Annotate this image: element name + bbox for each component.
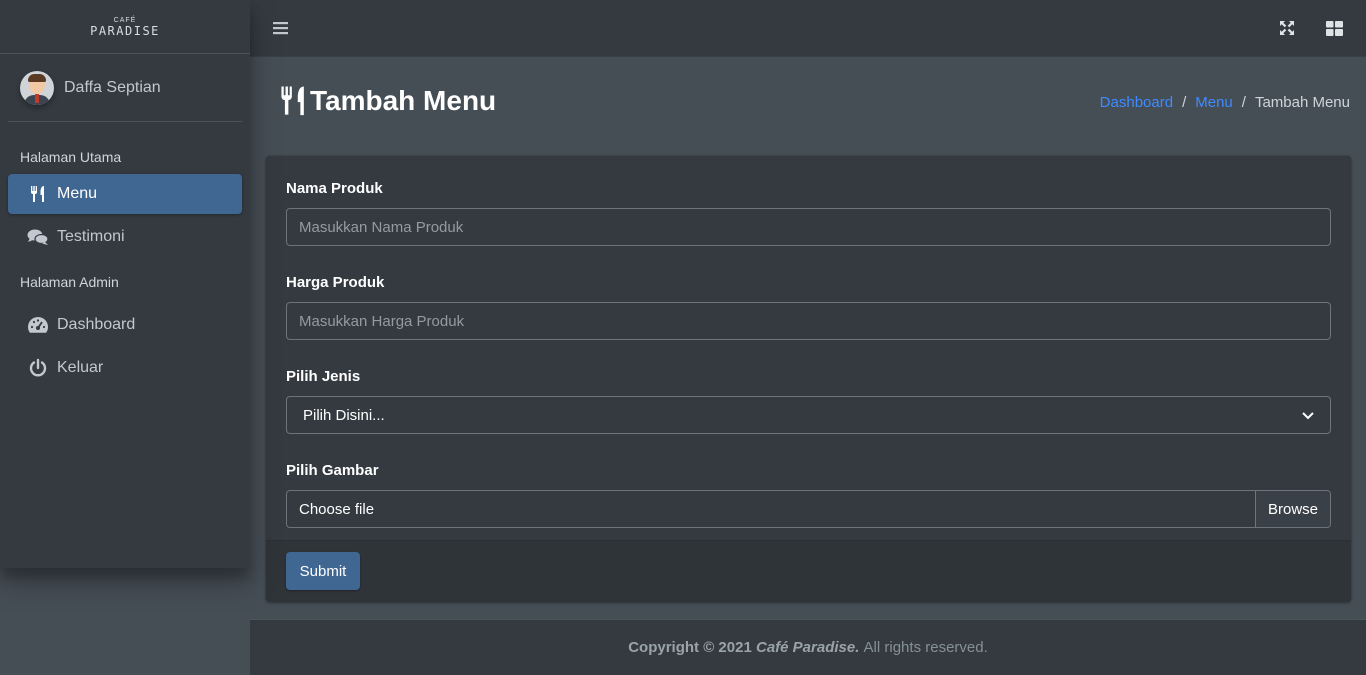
pilih-gambar-label: Pilih Gambar [286,462,379,479]
sidebar-item-label: Testimoni [57,228,125,245]
sidebar-item-menu[interactable]: Menu [8,174,242,214]
page-title-text: Tambah Menu [310,85,497,116]
breadcrumb-dashboard[interactable]: Dashboard [1100,94,1173,111]
breadcrumb-separator: / [1182,94,1187,111]
avatar[interactable] [20,70,54,105]
utensils-icon [280,85,306,117]
user-name[interactable]: Daffa Septian [64,79,161,97]
jenis-select[interactable]: Pilih Disini... [286,396,1331,434]
tachometer-icon [26,315,50,335]
power-icon [26,358,50,378]
fullscreen-icon[interactable] [1277,18,1297,38]
submit-button[interactable]: Submit [286,552,360,590]
card-footer: Submit [266,540,1351,602]
browse-button[interactable]: Browse [1255,491,1330,527]
sidebar-item-label: Menu [57,185,98,202]
hamburger-menu-icon[interactable] [271,18,291,38]
file-name-text: Choose file [299,500,375,518]
nama-produk-label: Nama Produk [286,180,383,197]
user-panel: Daffa Septian [8,54,242,122]
harga-produk-input[interactable] [286,302,1331,340]
brand-top-text: CAFÉ [113,16,137,24]
breadcrumb-menu[interactable]: Menu [1195,94,1233,111]
brand-logo[interactable]: CAFÉ PARADISE [0,0,250,54]
content-header: Tambah Menu Dashboard / Menu / Tambah Me… [250,57,1366,147]
breadcrumb: Dashboard / Menu / Tambah Menu [1100,94,1350,111]
sidebar-item-label: Keluar [57,359,104,376]
brand-main-text: PARADISE [90,23,160,38]
sidebar-item-dashboard[interactable]: Dashboard [8,305,242,345]
utensils-icon [26,184,50,204]
sidebar: CAFÉ PARADISE Daffa Septian Halaman Utam… [0,0,250,568]
gambar-file-input[interactable]: Choose file Browse [286,490,1331,528]
nama-produk-input[interactable] [286,208,1331,246]
copyright-text: Copyright © 2021 [628,639,752,656]
add-menu-card: Nama Produk Harga Produk Pilih Jenis Pil… [266,156,1351,602]
top-navbar [250,0,1366,57]
card-body: Nama Produk Harga Produk Pilih Jenis Pil… [266,156,1351,540]
footer-brand-link[interactable]: Café Paradise. [756,639,859,656]
page-title: Tambah Menu [280,85,496,117]
page-footer: Copyright © 2021 Café Paradise. All righ… [250,619,1366,675]
pilih-jenis-label: Pilih Jenis [286,368,361,385]
control-sidebar-icon[interactable] [1324,18,1344,38]
chevron-down-icon [1302,407,1314,424]
nav-header-admin: Halaman Admin [20,274,119,290]
breadcrumb-current: Tambah Menu [1254,94,1350,111]
sidebar-item-testimoni[interactable]: Testimoni [8,217,242,257]
sidebar-item-label: Dashboard [57,316,136,333]
jenis-selected-value: Pilih Disini... [303,406,385,424]
rights-text: All rights reserved. [863,639,988,656]
nav-header-main: Halaman Utama [20,149,122,165]
comments-icon [26,227,50,247]
sidebar-item-keluar[interactable]: Keluar [8,348,242,388]
harga-produk-label: Harga Produk [286,274,385,291]
breadcrumb-separator: / [1241,94,1246,111]
